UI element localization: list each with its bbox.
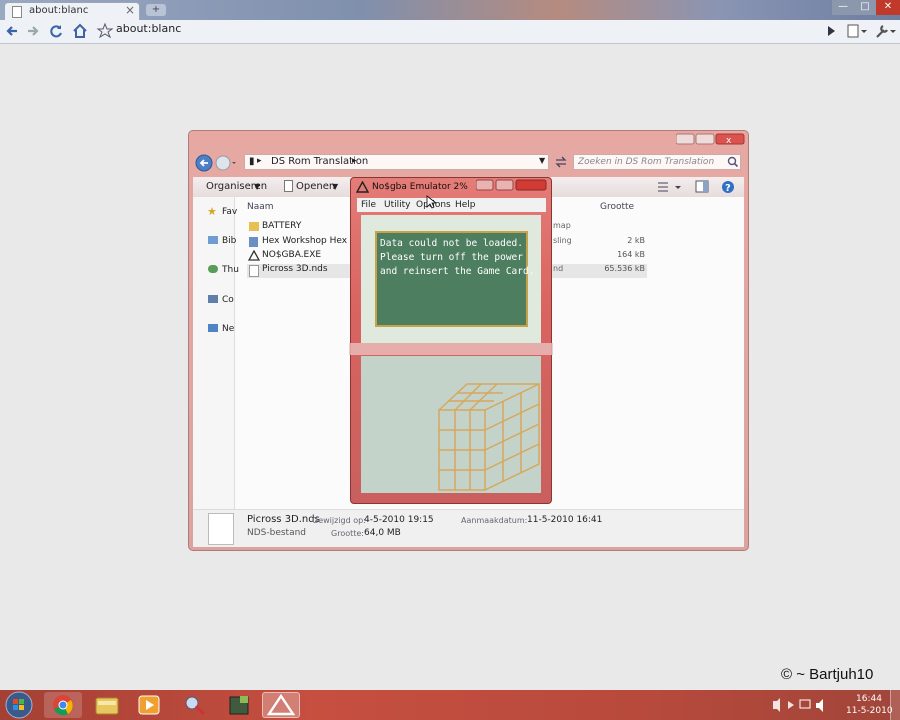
home-icon[interactable] bbox=[71, 22, 89, 40]
nogba-title: No$gba Emulator 2% bbox=[372, 182, 468, 192]
taskbar-media-player[interactable] bbox=[130, 692, 168, 718]
homegroup-icon bbox=[208, 265, 218, 273]
column-name[interactable]: Naam bbox=[247, 202, 274, 212]
taskbar-paint[interactable] bbox=[176, 692, 214, 718]
folder-icon bbox=[249, 222, 259, 231]
play-icon[interactable] bbox=[822, 22, 840, 40]
reload-icon[interactable] bbox=[47, 22, 65, 40]
nogba-window-controls[interactable] bbox=[476, 179, 548, 191]
search-icon[interactable] bbox=[727, 156, 739, 168]
details-created-label: Aanmaakdatum: bbox=[461, 516, 528, 525]
minimize-icon[interactable]: — bbox=[832, 0, 854, 15]
details-modified-value: 4-5-2010 19:15 bbox=[364, 515, 434, 525]
nav-item-libraries[interactable]: Bib bbox=[222, 236, 236, 246]
close-tab-icon[interactable]: × bbox=[125, 3, 135, 17]
file-type: map bbox=[553, 221, 571, 230]
warning-triangle-icon bbox=[248, 250, 260, 261]
chevron-down-icon[interactable]: ▼ bbox=[539, 156, 545, 165]
error-message-line: Please turn off the power bbox=[380, 252, 523, 263]
chevron-down-icon: ▼ bbox=[254, 182, 261, 191]
nav-item-homegroup[interactable]: Thu bbox=[222, 265, 239, 275]
network-icon bbox=[208, 324, 218, 332]
nav-item-network[interactable]: Ne bbox=[222, 324, 234, 334]
system-tray-icons[interactable] bbox=[770, 697, 830, 713]
open-button[interactable]: Openen bbox=[296, 181, 335, 192]
mouse-cursor-icon bbox=[426, 195, 436, 209]
taskbar-explorer[interactable] bbox=[88, 692, 126, 718]
file-name: BATTERY bbox=[262, 221, 302, 231]
file-preview-icon bbox=[208, 513, 234, 545]
page-icon bbox=[12, 6, 22, 18]
cube-graphic bbox=[437, 382, 541, 492]
details-filetype: NDS-bestand bbox=[247, 528, 307, 538]
folder-icon: ▮ bbox=[249, 156, 255, 167]
menu-utility[interactable]: Utility bbox=[384, 200, 410, 210]
file-type: sling bbox=[553, 236, 572, 245]
file-icon bbox=[284, 180, 294, 192]
refresh-icon[interactable] bbox=[553, 155, 569, 169]
error-message-line: and reinsert the Game Card. bbox=[380, 266, 535, 277]
chevron-down-icon: ▼ bbox=[332, 182, 339, 191]
error-message-line: Data could not be loaded. bbox=[380, 238, 523, 249]
show-desktop-button[interactable] bbox=[890, 690, 900, 720]
menu-file[interactable]: File bbox=[361, 200, 376, 210]
start-button[interactable] bbox=[2, 690, 36, 720]
file-type: nd bbox=[553, 264, 564, 273]
ds-screen-gap bbox=[349, 343, 553, 355]
back-icon[interactable] bbox=[4, 22, 22, 40]
taskbar-hex-workshop[interactable] bbox=[220, 692, 258, 718]
details-size-label: Grootte: bbox=[331, 529, 364, 538]
clock-time[interactable]: 16:44 bbox=[856, 694, 882, 704]
explorer-address-bar[interactable]: ▮ ▸ DS Rom Translation ▸ ▼ bbox=[244, 154, 549, 170]
application-icon bbox=[249, 237, 258, 247]
maximize-icon[interactable]: □ bbox=[854, 0, 876, 15]
close-icon[interactable]: ✕ bbox=[876, 0, 900, 15]
browser-tab[interactable]: about:blanc × bbox=[4, 2, 140, 20]
details-created-value: 11-5-2010 16:41 bbox=[527, 515, 603, 525]
new-tab-button[interactable]: + bbox=[146, 4, 166, 16]
explorer-window-controls: x bbox=[676, 133, 746, 145]
clock-date[interactable]: 11-5-2010 bbox=[846, 706, 893, 716]
file-size: 164 kB bbox=[617, 250, 645, 259]
address-bar[interactable]: about:blanc bbox=[116, 22, 181, 35]
view-controls[interactable]: ? bbox=[658, 180, 738, 194]
svg-text:x: x bbox=[726, 136, 732, 145]
watermark: © ~ Bartjuh10 bbox=[781, 666, 874, 683]
explorer-search-input[interactable]: Zoeken in DS Rom Translation bbox=[573, 154, 741, 170]
details-modified-label: Gewijzigd op: bbox=[312, 516, 366, 525]
tab-title: about:blanc bbox=[29, 5, 89, 16]
column-size[interactable]: Grootte bbox=[600, 202, 634, 212]
bookmark-star-icon[interactable] bbox=[96, 22, 114, 40]
nav-item-favorites[interactable]: Fav bbox=[222, 207, 237, 217]
nav-item-computer[interactable]: Co bbox=[222, 295, 234, 305]
file-size: 65.536 kB bbox=[604, 264, 645, 273]
library-icon bbox=[208, 236, 218, 244]
nogba-app-icon bbox=[356, 181, 369, 193]
favorites-star-icon: ★ bbox=[207, 205, 217, 218]
page-menu-icon[interactable] bbox=[846, 22, 867, 40]
explorer-back-forward-icon[interactable] bbox=[195, 153, 237, 173]
details-filename: Picross 3D.nds bbox=[247, 514, 320, 525]
menu-help[interactable]: Help bbox=[455, 200, 476, 210]
wrench-icon[interactable] bbox=[874, 22, 896, 40]
taskbar-nogba[interactable] bbox=[262, 692, 300, 718]
file-name: Picross 3D.nds bbox=[262, 264, 328, 274]
file-size: 2 kB bbox=[627, 236, 645, 245]
file-icon bbox=[249, 265, 259, 277]
svg-text:?: ? bbox=[725, 183, 731, 194]
details-size-value: 64,0 MB bbox=[364, 528, 401, 538]
computer-icon bbox=[208, 295, 218, 303]
forward-icon[interactable] bbox=[24, 22, 42, 40]
taskbar-chrome[interactable] bbox=[44, 692, 82, 718]
file-name: NO$GBA.EXE bbox=[262, 250, 322, 260]
